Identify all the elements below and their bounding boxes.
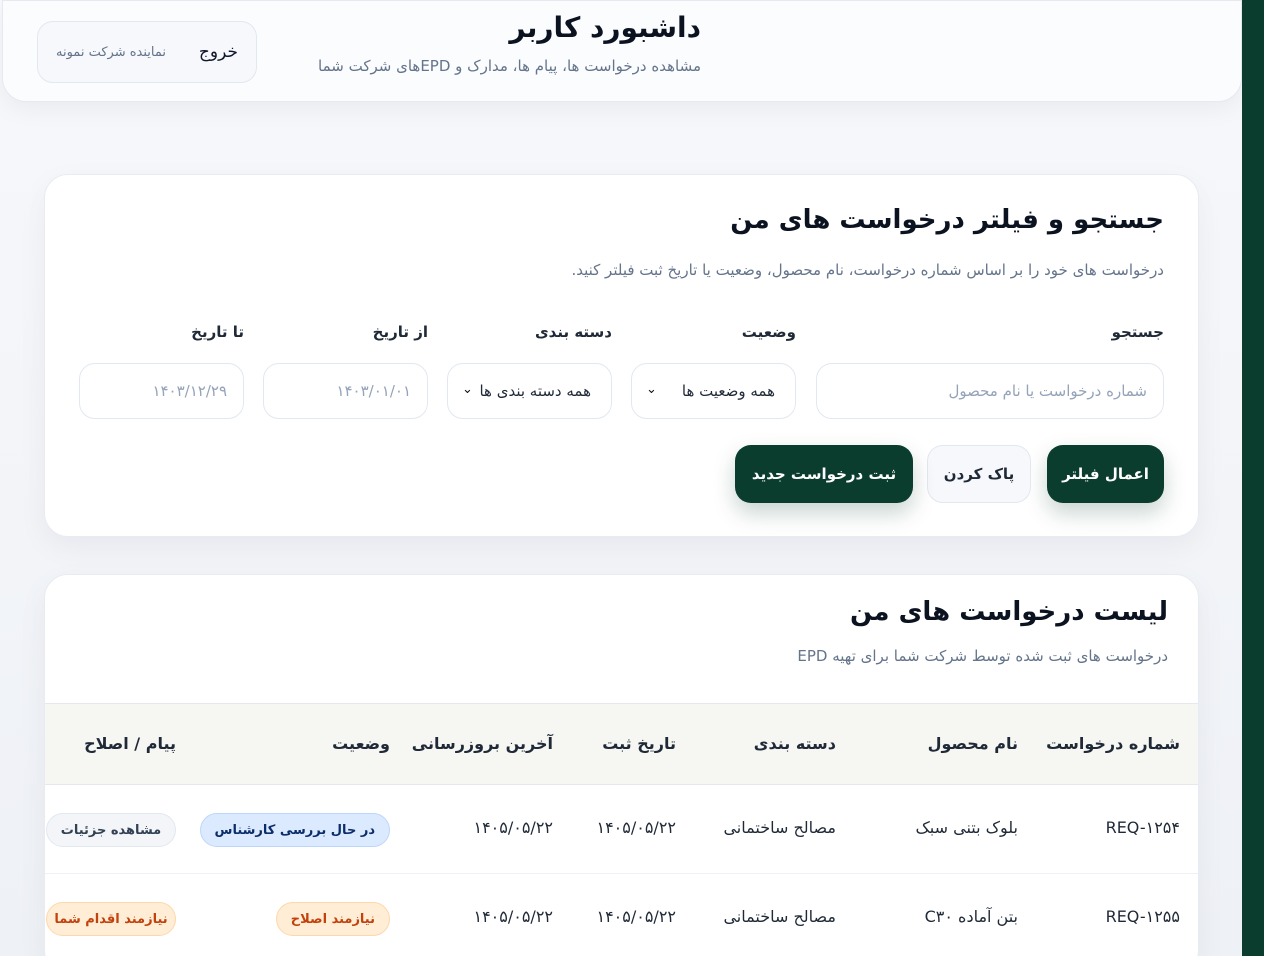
chevron-down-icon: ⌄ (462, 382, 473, 397)
table-header: شماره درخواست نام محصول دسته بندی تاریخ … (45, 703, 1198, 785)
action-needed-button[interactable]: نیازمند اقدام شما (46, 902, 176, 936)
from-date-label: از تاریخ (372, 323, 428, 341)
table-row[interactable]: REQ-۱۲۵۵ بتن آماده C۳۰ مصالح ساختمانی ۱۴… (45, 874, 1198, 956)
cell-created: ۱۴۰۵/۰۵/۲۲ (596, 907, 676, 926)
filter-description: درخواست های خود را بر اساس شماره درخواست… (571, 261, 1164, 279)
logout-button[interactable]: خروج (199, 42, 238, 62)
cell-category: مصالح ساختمانی (723, 818, 836, 837)
status-select-value: همه وضعیت ها (681, 382, 775, 400)
status-label: وضعیت (741, 323, 796, 341)
column-header-category: دسته بندی (753, 734, 836, 753)
from-date-placeholder: ۱۴۰۳/۰۱/۰۱ (336, 382, 411, 400)
list-description: درخواست های ثبت شده توسط شرکت شما برای ت… (797, 647, 1168, 665)
requests-list-card: لیست درخواست های من درخواست های ثبت شده … (44, 574, 1199, 956)
category-select[interactable]: همه دسته بندی ها ⌄ (447, 363, 612, 419)
status-badge: در حال بررسی کارشناس (199, 813, 390, 847)
to-date-input[interactable]: ۱۴۰۳/۱۲/۲۹ (79, 363, 244, 419)
header-text: داشبورد کاربر مشاهده درخواست ها، پیام ها… (318, 9, 701, 75)
requests-table: شماره درخواست نام محصول دسته بندی تاریخ … (45, 703, 1198, 956)
search-placeholder: شماره درخواست یا نام محصول (948, 382, 1147, 400)
clear-filter-button[interactable]: پاک کردن (927, 445, 1031, 503)
to-date-label: تا تاریخ (191, 323, 244, 341)
to-date-placeholder: ۱۴۰۳/۱۲/۲۹ (152, 382, 227, 400)
page-subtitle: مشاهده درخواست ها، پیام ها، مدارک و EPDه… (318, 57, 701, 75)
dashboard-page: داشبورد کاربر مشاهده درخواست ها، پیام ها… (0, 0, 1242, 956)
cell-created: ۱۴۰۵/۰۵/۲۲ (596, 818, 676, 837)
cell-request-id: REQ-۱۲۵۴ (1105, 818, 1180, 837)
category-label: دسته بندی (534, 323, 612, 341)
chevron-down-icon: ⌄ (646, 382, 657, 397)
cell-updated: ۱۴۰۵/۰۵/۲۲ (473, 818, 553, 837)
column-header-id: شماره درخواست (1046, 734, 1180, 753)
column-header-product: نام محصول (927, 734, 1018, 753)
cell-category: مصالح ساختمانی (723, 907, 836, 926)
status-badge: نیازمند اصلاح (275, 902, 390, 936)
column-header-created: تاریخ ثبت (602, 734, 676, 753)
right-edge-rail (1242, 0, 1264, 956)
status-select[interactable]: همه وضعیت ها ⌄ (631, 363, 796, 419)
filter-card: جستجو و فیلتر درخواست های من درخواست های… (44, 174, 1199, 537)
user-box: خروج نماینده شرکت نمونه (37, 21, 257, 83)
page-title: داشبورد کاربر (509, 11, 701, 44)
column-header-message: پیام / اصلاح (84, 734, 176, 753)
table-row[interactable]: REQ-۱۲۵۴ بلوک بتنی سبک مصالح ساختمانی ۱۴… (45, 785, 1198, 874)
from-date-input[interactable]: ۱۴۰۳/۰۱/۰۱ (263, 363, 428, 419)
filter-title: جستجو و فیلتر درخواست های من (730, 205, 1164, 235)
cell-request-id: REQ-۱۲۵۵ (1105, 907, 1180, 926)
category-select-value: همه دسته بندی ها (479, 382, 591, 400)
apply-filter-button[interactable]: اعمال فیلتر (1047, 445, 1164, 503)
search-input[interactable]: شماره درخواست یا نام محصول (816, 363, 1164, 419)
column-header-status: وضعیت (332, 734, 390, 753)
list-title: لیست درخواست های من (850, 597, 1168, 627)
cell-updated: ۱۴۰۵/۰۵/۲۲ (473, 907, 553, 926)
column-header-updated: آخرین بروزرسانی (411, 734, 553, 753)
cell-product: بتن آماده C۳۰ (924, 907, 1018, 926)
cell-product: بلوک بتنی سبک (915, 818, 1018, 837)
top-header: داشبورد کاربر مشاهده درخواست ها، پیام ها… (2, 0, 1242, 102)
search-label: جستجو (1111, 323, 1164, 341)
view-details-button[interactable]: مشاهده جزئیات (46, 813, 176, 847)
user-role: نماینده شرکت نمونه (56, 44, 166, 60)
new-request-button[interactable]: ثبت درخواست جدید (735, 445, 913, 503)
